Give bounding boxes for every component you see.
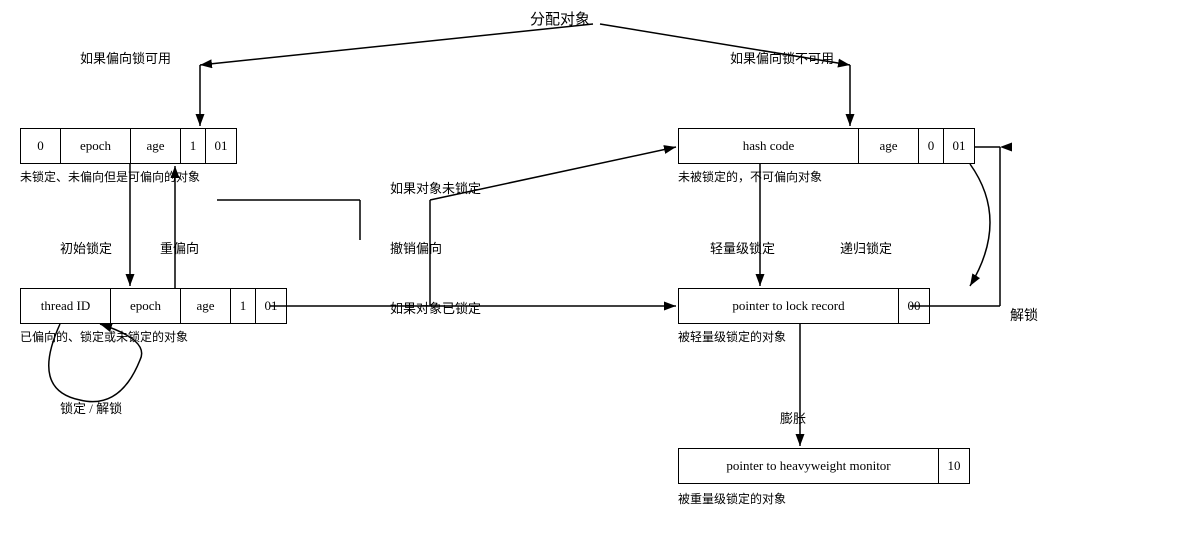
left-condition-label: 如果偏向锁可用 <box>80 48 171 67</box>
box4-label: 被轻量级锁定的对象 <box>678 328 786 345</box>
box-lockrecord: pointer to lock record 00 <box>678 288 930 324</box>
revoke-label: 撤销偏向 <box>390 238 442 257</box>
cell-00: 00 <box>899 289 929 323</box>
cell-age1: age <box>131 129 181 163</box>
cell-hashcode: hash code <box>679 129 859 163</box>
title-label: 分配对象 <box>530 8 590 29</box>
lock-unlock-label: 锁定 / 解锁 <box>60 398 122 417</box>
cell-lockptr: pointer to lock record <box>679 289 899 323</box>
box5-label: 被重量级锁定的对象 <box>678 490 786 507</box>
diagram: 分配对象 如果偏向锁可用 如果偏向锁不可用 0 epoch age 1 01 未… <box>0 0 1186 560</box>
cell-age3: age <box>859 129 919 163</box>
cell-01c: 01 <box>944 129 974 163</box>
cell-01a: 01 <box>206 129 236 163</box>
recursive-label: 递归锁定 <box>840 238 892 257</box>
box-hashcode: hash code age 0 01 <box>678 128 975 164</box>
if-locked-label: 如果对象已锁定 <box>390 298 481 317</box>
box-heavyweight: pointer to heavyweight monitor 10 <box>678 448 970 484</box>
if-unlocked-label: 如果对象未锁定 <box>390 178 481 197</box>
box2-label: 已偏向的、锁定或未锁定的对象 <box>20 328 188 345</box>
cell-age2: age <box>181 289 231 323</box>
lightweight-label: 轻量级锁定 <box>710 238 775 257</box>
cell-1a: 1 <box>181 129 206 163</box>
box-biased: thread ID epoch age 1 01 <box>20 288 287 324</box>
arrows-svg <box>0 0 1186 560</box>
cell-heavyptr: pointer to heavyweight monitor <box>679 449 939 483</box>
box-unbiased: 0 epoch age 1 01 <box>20 128 237 164</box>
right-condition-label: 如果偏向锁不可用 <box>730 48 834 67</box>
cell-0: 0 <box>21 129 61 163</box>
rebias-label: 重偏向 <box>160 238 199 257</box>
cell-epoch1: epoch <box>61 129 131 163</box>
box3-label: 未被锁定的，不可偏向对象 <box>678 168 822 185</box>
cell-1b: 1 <box>231 289 256 323</box>
unlock-label: 解锁 <box>1010 305 1038 325</box>
cell-10: 10 <box>939 449 969 483</box>
inflate-label: 膨胀 <box>780 408 806 427</box>
init-lock-label: 初始锁定 <box>60 238 112 257</box>
box1-label: 未锁定、未偏向但是可偏向的对象 <box>20 168 200 185</box>
cell-0b: 0 <box>919 129 944 163</box>
cell-threadid: thread ID <box>21 289 111 323</box>
cell-epoch2: epoch <box>111 289 181 323</box>
cell-01b: 01 <box>256 289 286 323</box>
